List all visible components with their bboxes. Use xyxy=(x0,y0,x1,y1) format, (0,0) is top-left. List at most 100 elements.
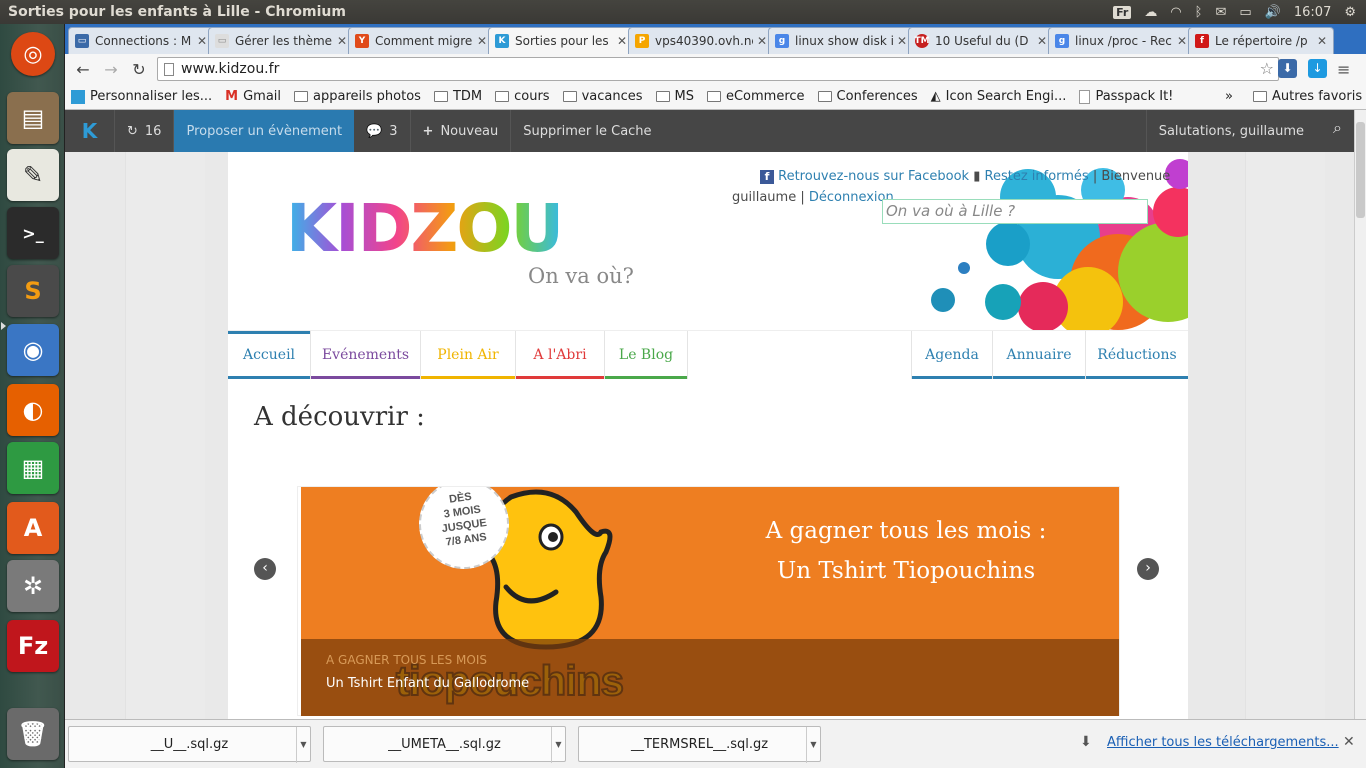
nav-item-accueil[interactable]: Accueil xyxy=(228,331,311,379)
bookmark-folder[interactable]: appareils photos xyxy=(294,89,421,104)
bookmark-star-icon[interactable]: ☆ xyxy=(1260,59,1274,78)
tab[interactable]: f Le répertoire /p ✕ xyxy=(1188,27,1334,54)
nav-item-le-blog[interactable]: Le Blog xyxy=(605,331,688,379)
close-icon[interactable]: ✕ xyxy=(197,34,207,48)
cloud-icon[interactable]: ☁ xyxy=(1144,5,1157,20)
clock[interactable]: 16:07 xyxy=(1294,5,1331,20)
comments-link[interactable]: 💬 3 xyxy=(354,110,411,152)
tab[interactable]: TM 10 Useful du (D ✕ xyxy=(908,27,1054,54)
site-logo-icon[interactable]: K xyxy=(65,110,115,152)
trash-icon[interactable]: 🗑 xyxy=(7,708,59,760)
bookmark-folder[interactable]: Conferences xyxy=(817,89,918,104)
close-icon[interactable]: ✕ xyxy=(617,34,627,48)
chevron-down-icon[interactable]: ▼ xyxy=(296,727,310,763)
close-icon[interactable]: ✕ xyxy=(1177,34,1187,48)
reload-icon[interactable]: ↻ xyxy=(125,60,153,79)
download-item[interactable]: __U__.sql.gz ▼ xyxy=(68,726,311,763)
system-settings-icon[interactable]: ✲ xyxy=(7,560,59,612)
nav-item-agenda[interactable]: Agenda xyxy=(911,331,993,379)
nav-item-evenements[interactable]: Evénements xyxy=(311,331,421,379)
tab[interactable]: ▭ Gérer les thème ✕ xyxy=(208,27,354,54)
tab-active[interactable]: K Sorties pour les ✕ xyxy=(488,27,634,54)
keyboard-layout-indicator[interactable]: Fr xyxy=(1113,5,1132,19)
extension-save-icon[interactable]: ⬇ xyxy=(1278,59,1297,78)
close-icon[interactable]: ✕ xyxy=(757,34,767,48)
bookmark-folder[interactable]: TDM xyxy=(433,89,482,104)
nav-item-plein-air[interactable]: Plein Air xyxy=(421,331,516,379)
url-text[interactable]: www.kidzou.fr xyxy=(181,61,279,77)
spreadsheet-icon[interactable]: ▦ xyxy=(7,442,59,494)
bluetooth-icon[interactable]: ᛒ xyxy=(1195,5,1203,20)
show-all-downloads-link[interactable]: Afficher tous les téléchargements... xyxy=(1107,735,1339,750)
power-gear-icon[interactable]: ⚙ xyxy=(1344,5,1356,20)
nav-label: Annuaire xyxy=(1006,347,1072,363)
terminal-icon[interactable]: >_ xyxy=(7,207,59,259)
software-center-icon[interactable]: A xyxy=(7,502,59,554)
facebook-link[interactable]: Retrouvez-nous sur Facebook xyxy=(778,169,969,184)
search-icon[interactable]: ⌕ xyxy=(1333,118,1342,138)
nav-item-annuaire[interactable]: Annuaire xyxy=(993,331,1086,379)
user-greeting[interactable]: Salutations, guillaume xyxy=(1145,110,1304,152)
battery-icon[interactable]: ▭ xyxy=(1239,5,1251,20)
volume-icon[interactable]: 🔊 xyxy=(1265,5,1281,20)
slider-next-arrow-icon[interactable]: › xyxy=(1137,558,1159,580)
clear-cache-link[interactable]: Supprimer le Cache xyxy=(511,110,663,152)
bookmark-folder[interactable]: cours xyxy=(495,89,550,104)
bookmark-item[interactable]: ◭ Icon Search Engi... xyxy=(931,89,1067,104)
other-bookmarks-folder[interactable]: Autres favoris xyxy=(1253,89,1362,104)
bookmarks-overflow-chevron-icon[interactable]: » xyxy=(1225,89,1233,104)
updates-link[interactable]: ↻ 16 xyxy=(115,110,175,152)
slider-prev-arrow-icon[interactable]: ‹ xyxy=(254,558,276,580)
scrollbar-thumb[interactable] xyxy=(1356,122,1365,218)
newsletter-link[interactable]: Restez informés xyxy=(985,169,1089,184)
tab[interactable]: g linux /proc - Rec ✕ xyxy=(1048,27,1194,54)
new-content-link[interactable]: + Nouveau xyxy=(411,110,512,152)
chevron-down-icon[interactable]: ▼ xyxy=(551,727,565,763)
site-search-input[interactable]: On va où à Lille ? xyxy=(882,199,1148,224)
vertical-scrollbar[interactable] xyxy=(1354,110,1366,742)
chromium-icon[interactable]: ◉ xyxy=(7,324,59,376)
caption-category[interactable]: A GAGNER TOUS LES MOIS xyxy=(326,653,1119,667)
nav-item-a-labri[interactable]: A l'Abri xyxy=(516,331,605,379)
propose-event-link[interactable]: Proposer un évènement xyxy=(174,110,355,152)
close-icon[interactable]: ✕ xyxy=(477,34,487,48)
bookmark-item[interactable]: Passpack It! xyxy=(1079,89,1173,104)
browser-menu-icon[interactable]: ≡ xyxy=(1337,60,1350,79)
file-manager-icon[interactable]: ▤ xyxy=(7,92,59,144)
tab[interactable]: Y Comment migre ✕ xyxy=(348,27,494,54)
bookmark-folder[interactable]: vacances xyxy=(562,89,643,104)
site-logo[interactable]: KIDZOU xyxy=(286,194,564,264)
close-icon[interactable]: ✕ xyxy=(337,34,347,48)
chevron-down-icon[interactable]: ▼ xyxy=(806,727,820,763)
filezilla-icon[interactable]: Fz xyxy=(7,620,59,672)
close-icon[interactable]: ✕ xyxy=(1037,34,1047,48)
close-icon[interactable]: ✕ xyxy=(1343,734,1355,750)
wifi-icon[interactable]: ◠ xyxy=(1170,5,1181,20)
slide[interactable]: DÈS 3 MOIS JUSQUE 7/8 ANS tiopouchins A … xyxy=(301,487,1119,716)
download-item[interactable]: __UMETA__.sql.gz ▼ xyxy=(323,726,566,763)
tab[interactable]: Pvps40390.ovh.ne ✕ xyxy=(628,27,774,54)
sublime-text-icon[interactable]: S xyxy=(7,265,59,317)
tab-favicon: f xyxy=(1195,34,1209,48)
extension-download-icon[interactable]: ↓ xyxy=(1308,59,1327,78)
ubuntu-dash-icon[interactable]: ◎ xyxy=(11,32,55,76)
bookmark-folder[interactable]: eCommerce xyxy=(706,89,805,104)
back-arrow-icon[interactable]: ← xyxy=(69,60,97,79)
download-filename: __UMETA__.sql.gz xyxy=(388,736,501,752)
mail-icon[interactable]: ✉ xyxy=(1215,5,1226,20)
caption-title[interactable]: Un Tshirt Enfant du Gallodrome xyxy=(326,676,1119,691)
close-icon[interactable]: ✕ xyxy=(1317,34,1327,48)
bookmark-folder[interactable]: MS xyxy=(655,89,694,104)
tab[interactable]: g linux show disk i ✕ xyxy=(768,27,914,54)
firefox-icon[interactable]: ◐ xyxy=(7,384,59,436)
address-bar[interactable]: www.kidzou.fr ☆ xyxy=(157,57,1279,81)
text-editor-icon[interactable]: ✎ xyxy=(7,149,59,201)
nav-item-reductions[interactable]: Réductions xyxy=(1086,331,1188,379)
logout-link[interactable]: Déconnexion xyxy=(809,190,894,205)
bookmark-item[interactable]: Personnaliser les... xyxy=(71,89,212,104)
download-item[interactable]: __TERMSREL__.sql.gz ▼ xyxy=(578,726,821,763)
forward-arrow-icon[interactable]: → xyxy=(97,60,125,79)
bookmark-item[interactable]: M Gmail xyxy=(225,89,281,104)
close-icon[interactable]: ✕ xyxy=(897,34,907,48)
tab[interactable]: ▭ Connections : M ✕ xyxy=(68,27,214,54)
